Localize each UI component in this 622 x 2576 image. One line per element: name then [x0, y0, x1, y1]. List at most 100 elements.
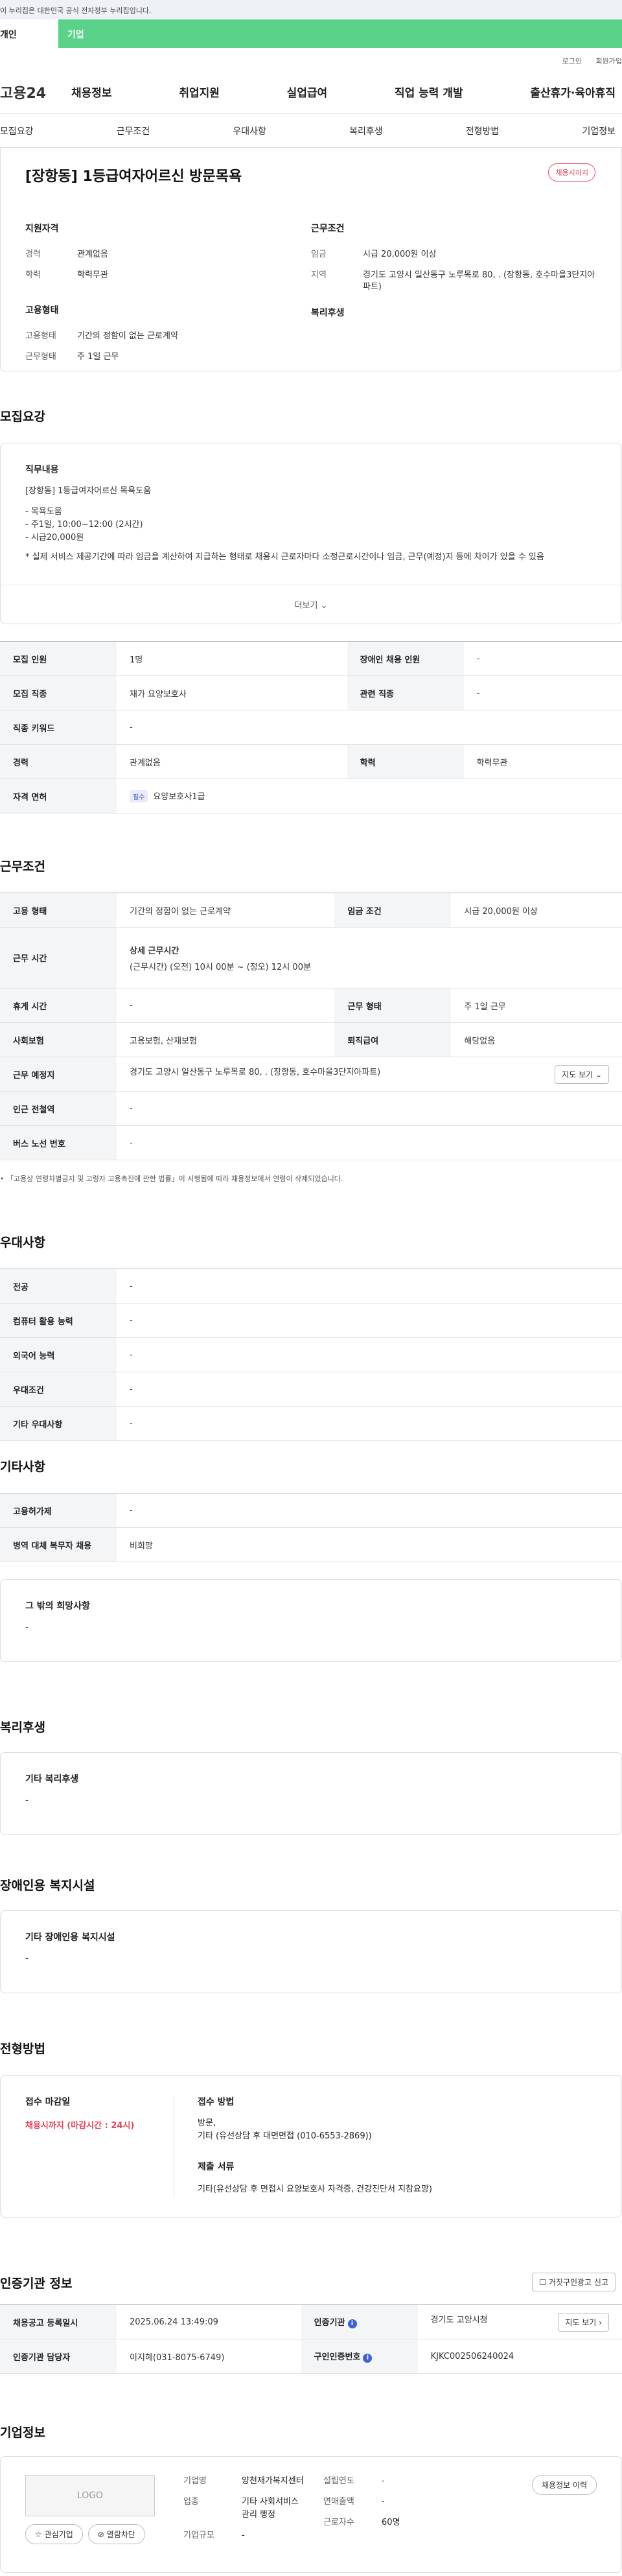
agency-map-button[interactable]: 지도 보기 ›: [558, 2312, 609, 2332]
job-keyword-label: 직종 키워드: [0, 710, 117, 745]
fav-company-button[interactable]: ☆ 관심기업: [25, 2524, 83, 2544]
wage-cond-label: 임금 조건: [334, 893, 452, 928]
bus-label: 버스 노선 번호: [0, 1125, 117, 1160]
tab-company[interactable]: 기업: [58, 19, 622, 48]
duty-line-1: [장항동] 1등급여자어르신 목욕도움: [25, 486, 152, 496]
job-category-value: 재가 요양보호사: [117, 675, 347, 710]
disabled-section-title: 장애인용 복지시설: [0, 1879, 95, 1893]
industry-value-2: 관리 행정: [242, 2510, 275, 2520]
gnb-item-support[interactable]: 취업지원: [179, 84, 220, 100]
block-label: 열람차단: [106, 2530, 135, 2539]
anchor-welfare[interactable]: 복리후생: [349, 124, 383, 137]
table-row: 전공 -: [0, 1269, 622, 1304]
gnb-item-leave[interactable]: 출산휴가·육아휴직: [530, 84, 616, 100]
license-cell: 필수 요양보호사1급: [117, 779, 622, 814]
method-block: 접수 방법 방문, 기타 (유선상담 후 대면면접 (010-6553-2869…: [174, 2095, 597, 2197]
anchor-process[interactable]: 전형방법: [466, 124, 500, 137]
company-info-left: 기업명 양천재가복지센터 업종 기타 사회서비스 관리 행정 기업규모 -: [168, 2475, 323, 2554]
wage-cond-value: 시급 20,000원 이상: [451, 893, 622, 928]
anchor-work[interactable]: 근무조건: [117, 124, 150, 137]
table-row: 모집 직종 재가 요양보호사 관련 직종 -: [0, 675, 622, 710]
table-row: 컴퓨터 활용 능력 -: [0, 1303, 622, 1338]
hours-label: 근무 시간: [0, 927, 117, 989]
manager-label: 인증기관 담당자: [0, 2339, 117, 2374]
agency-table: 채용공고 등록일시 2025.06.24 13:49:09 인증기관 i 경기도 …: [0, 2304, 622, 2374]
welfare-box-title: 기타 복리후생: [25, 1774, 79, 1785]
anchor-recruit[interactable]: 모집요강: [0, 124, 34, 137]
company-info-right: 설립연도 - 연매출액 - 근로자수 60명: [323, 2475, 453, 2554]
block-button[interactable]: ⊘ 열람차단: [87, 2524, 145, 2544]
license-label: 자격 면허: [0, 779, 117, 814]
related-job-value: -: [463, 675, 622, 710]
industry-value-1: 기타 사회서비스: [242, 2497, 299, 2507]
table-row: 근무 시간 상세 근무시간 (근무시간) (오전) 10시 00분 ~ (정오)…: [0, 927, 622, 989]
login-link[interactable]: 로그인: [562, 57, 582, 65]
gnb-item-benefit[interactable]: 실업급여: [287, 84, 328, 100]
emptype-value-2: 기간의 정함이 없는 근로계약: [117, 893, 335, 928]
pref-section: 우대사항 전공 - 컴퓨터 활용 능력 - 외국어 능력 - 우대조건 - 기타 우대사…: [0, 1233, 622, 1441]
duty-line-3: - 주1일, 10:00~12:00 (2시간): [25, 520, 143, 530]
insurance-label: 사회보험: [0, 1022, 117, 1057]
industry-label: 업종: [183, 2497, 199, 2507]
pref-etc-value: -: [117, 1406, 622, 1441]
region-label: 지역: [311, 270, 327, 280]
wish-card: 그 밖의 희망사항 -: [0, 1579, 622, 1662]
duty-title: 직무내용: [25, 465, 59, 475]
cert-no-label: 구인인증번호: [314, 2352, 361, 2362]
place-value: 경기도 고양시 일산동구 노루목로 80, . (장항동, 호수마을3단지아파트…: [130, 1067, 381, 1077]
subway-label: 인근 전철역: [0, 1091, 117, 1126]
gov-banner: 이 누리집은 대한민국 공식 전자정부 누리집입니다.: [0, 0, 622, 19]
info-icon[interactable]: i: [347, 2319, 357, 2328]
gnb-item-training[interactable]: 직업 능력 개발: [395, 84, 463, 100]
career-label: 경력: [25, 250, 41, 259]
report-button[interactable]: ☐ 거짓구인광고 신고: [532, 2273, 616, 2291]
recruit-section: 모집요강 직무내용 [장항동] 1등급여자어르신 목욕도움 - 목욕도움 - 주…: [0, 407, 622, 814]
site-logo[interactable]: 고용24: [0, 82, 71, 102]
pref-table: 전공 - 컴퓨터 활용 능력 - 외국어 능력 - 우대조건 - 기타 우대사항 -: [0, 1269, 622, 1441]
etc-table: 고용허가제 - 병역 대체 복무자 채용 비희망: [0, 1493, 622, 1562]
career-label-2: 경력: [0, 744, 117, 779]
anchor-company[interactable]: 기업정보: [582, 124, 616, 137]
form-value: 주 1일 근무: [451, 988, 622, 1023]
duty-card: 직무내용 [장항동] 1등급여자어르신 목욕도움 - 목욕도움 - 주1일, 1…: [0, 443, 622, 624]
rest-label: 휴게 시간: [0, 988, 117, 1023]
employees-value: 60명: [382, 2518, 400, 2527]
signup-link[interactable]: 회원가입: [596, 57, 622, 65]
table-row: 고용 형태 기간의 정함이 없는 근로계약 임금 조건 시급 20,000원 이…: [0, 893, 622, 928]
pref-cond-label: 우대조건: [0, 1372, 117, 1407]
duty-line-5: * 실제 서비스 제공기간에 따라 임금을 계산하여 지급하는 형태로 채용시 …: [25, 552, 544, 562]
deadline-value: 채용시까지 (마감시간 : 24시): [25, 2121, 135, 2131]
military-value: 비희망: [117, 1527, 622, 1562]
rest-value: -: [117, 988, 335, 1023]
docs-label: 제출 서류: [198, 2162, 235, 2172]
worktype-label: 근무형태: [25, 352, 56, 362]
report-button-label: 거짓구인광고 신고: [548, 2278, 608, 2287]
cert-no-value: KJKC002506240024: [417, 2339, 622, 2374]
org-label: 인증기관: [314, 2318, 345, 2328]
chevron-down-icon: ⌄: [595, 1070, 602, 1079]
language-label: 외국어 능력: [0, 1337, 117, 1372]
job-title: [장항동] 1등급여자어르신 방문목욕: [25, 169, 242, 185]
edu-value-2: 학력무관: [463, 744, 622, 779]
company-size-value: -: [242, 2531, 245, 2540]
job-summary-card: [장항동] 1등급여자어르신 방문목욕 채용시까지 지원자격 경력 관계없음 학력…: [0, 148, 622, 371]
history-button[interactable]: 채용정보 이력: [531, 2475, 597, 2495]
est-year-value: -: [382, 2476, 385, 2486]
emp-title: 고용형태: [25, 305, 59, 316]
disabled-box-value: -: [25, 1954, 29, 1963]
table-row: 자격 면허 필수 요양보호사1급: [0, 779, 622, 814]
cert-no-label-cell: 구인인증번호 i: [301, 2339, 418, 2374]
wish-value: -: [25, 1622, 29, 1632]
computer-label: 컴퓨터 활용 능력: [0, 1303, 117, 1338]
gnb-item-jobs[interactable]: 채용정보: [71, 84, 112, 100]
related-job-label: 관련 직종: [347, 675, 464, 710]
map-button[interactable]: 지도 보기 ⌄: [555, 1064, 609, 1084]
hours-value: (근무시간) (오전) 10시 00분 ~ (정오) 12시 00분: [130, 962, 311, 972]
tab-personal[interactable]: 개인: [0, 19, 58, 48]
major-value: -: [117, 1269, 622, 1304]
info-icon[interactable]: i: [363, 2354, 373, 2363]
sales-value: -: [382, 2497, 385, 2507]
edu-label: 학력: [25, 270, 41, 280]
anchor-pref[interactable]: 우대사항: [233, 124, 266, 137]
more-button[interactable]: 더보기 ⌄: [1, 585, 621, 624]
